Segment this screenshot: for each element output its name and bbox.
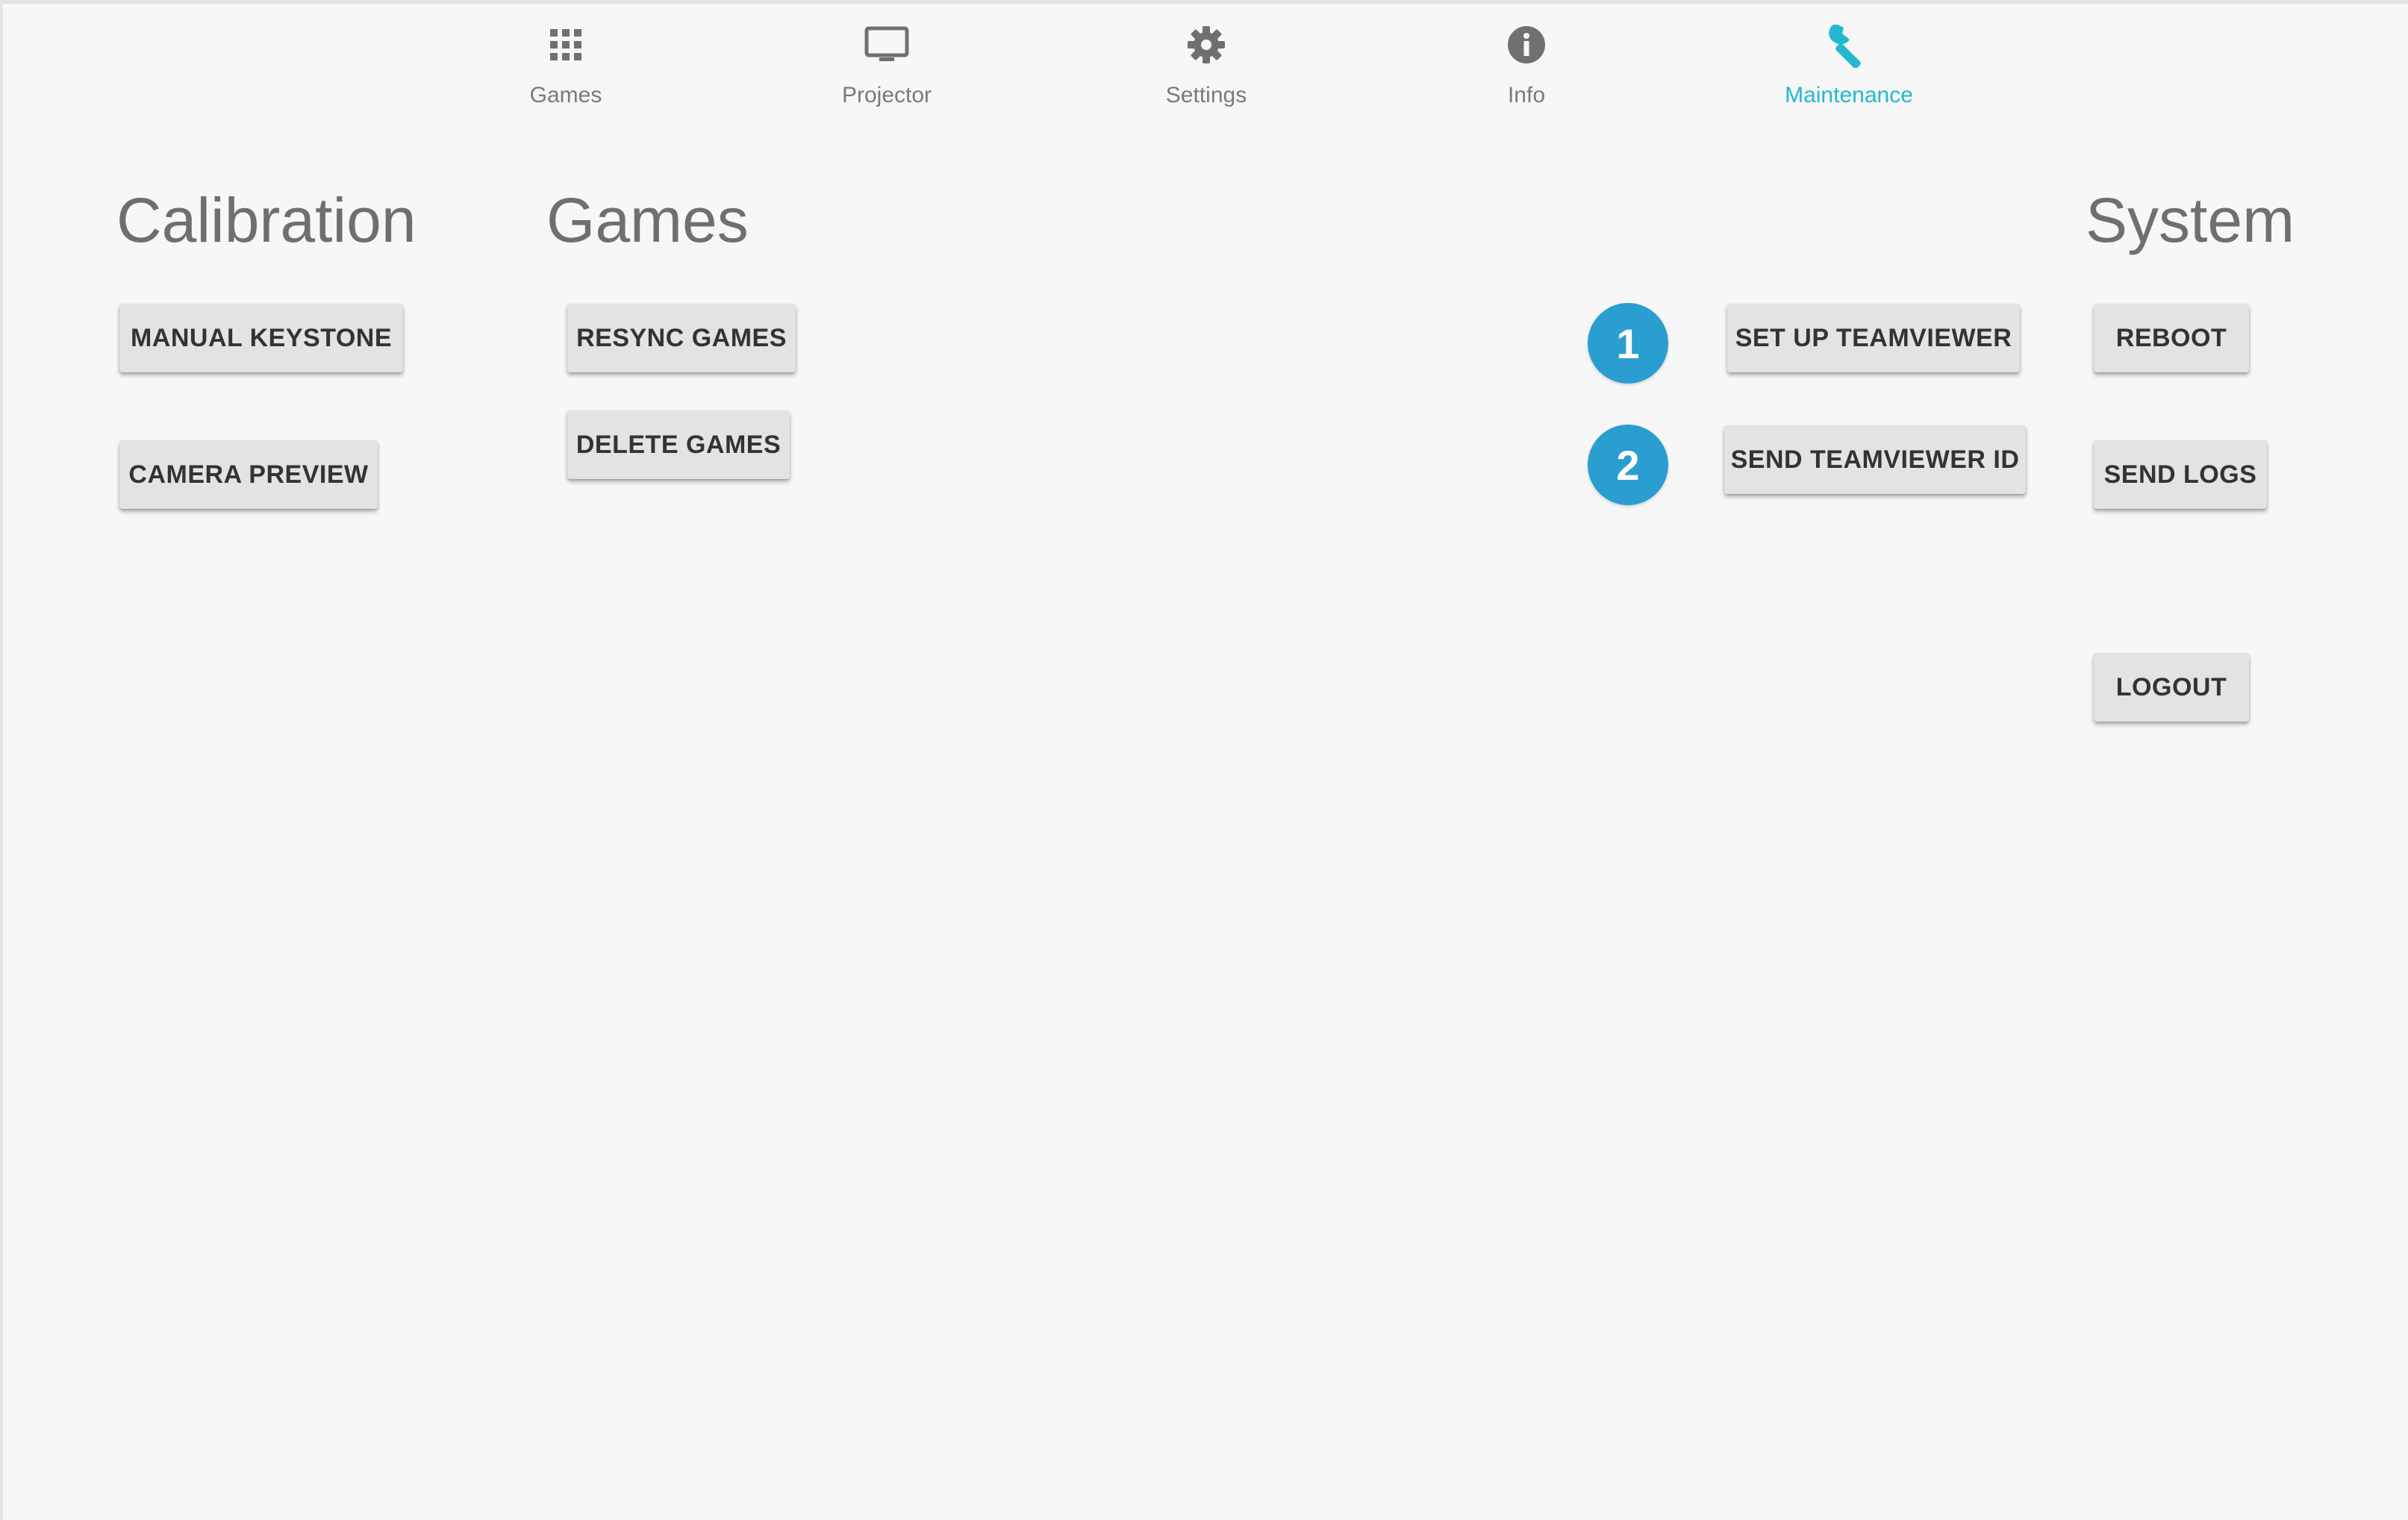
marker-2: 2 bbox=[1588, 425, 1668, 505]
games-title: Games bbox=[546, 185, 749, 255]
grid-icon bbox=[540, 19, 592, 71]
tab-projector[interactable]: Projector bbox=[775, 19, 999, 116]
wrench-icon bbox=[1823, 19, 1875, 71]
marker-1: 1 bbox=[1588, 303, 1668, 384]
send-logs-button[interactable]: SEND LOGS bbox=[2094, 440, 2267, 509]
tab-maintenance-label: Maintenance bbox=[1785, 83, 1913, 107]
monitor-icon bbox=[861, 19, 913, 71]
info-icon bbox=[1500, 19, 1553, 71]
system-title: System bbox=[2086, 185, 2295, 255]
gear-icon bbox=[1180, 19, 1232, 71]
camera-preview-button[interactable]: CAMERA PREVIEW bbox=[119, 440, 378, 509]
tab-settings-label: Settings bbox=[1165, 83, 1247, 107]
manual-keystone-button[interactable]: MANUAL KEYSTONE bbox=[119, 304, 403, 372]
tab-settings[interactable]: Settings bbox=[1094, 19, 1318, 116]
resync-games-button[interactable]: RESYNC GAMES bbox=[567, 304, 796, 372]
tab-games-label: Games bbox=[529, 83, 602, 107]
tab-maintenance[interactable]: Maintenance bbox=[1737, 19, 1961, 116]
tab-info-label: Info bbox=[1507, 83, 1546, 107]
tab-projector-label: Projector bbox=[841, 83, 932, 107]
tab-info[interactable]: Info bbox=[1414, 19, 1638, 116]
delete-games-button[interactable]: DELETE GAMES bbox=[567, 410, 790, 479]
send-teamviewer-id-button[interactable]: SEND TEAMVIEWER ID bbox=[1724, 425, 2026, 494]
tab-games[interactable]: Games bbox=[454, 19, 678, 116]
calibration-title: Calibration bbox=[116, 185, 417, 255]
maintenance-screen: Games Projector Settings Info Maintenanc… bbox=[0, 0, 2408, 1520]
set-up-teamviewer-button[interactable]: SET UP TEAMVIEWER bbox=[1727, 304, 2020, 372]
logout-button[interactable]: LOGOUT bbox=[2094, 653, 2249, 722]
reboot-button[interactable]: REBOOT bbox=[2094, 304, 2249, 372]
